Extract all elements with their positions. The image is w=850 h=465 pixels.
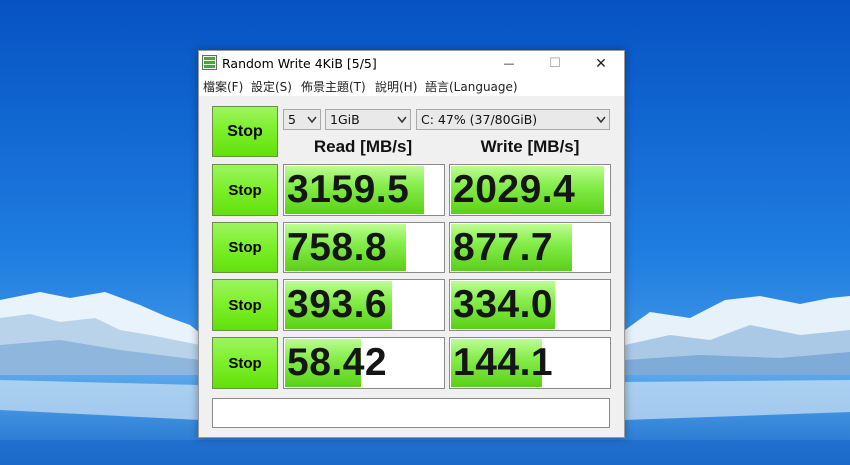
minimize-button[interactable]: —: [486, 51, 532, 76]
row-2-read-cell: 758.8: [283, 222, 445, 273]
row-4-stop-button[interactable]: Stop: [212, 337, 278, 389]
test-size-value: 1GiB: [330, 112, 360, 127]
menu-theme[interactable]: 佈景主題(T): [301, 78, 366, 95]
row-2-write-cell: 877.7: [449, 222, 611, 273]
row-1-write-cell: 2029.4: [449, 164, 611, 216]
all-stop-button[interactable]: Stop: [212, 106, 278, 157]
row-2-write-value: 877.7: [453, 225, 554, 269]
window-title: Random Write 4KiB [5/5]: [222, 56, 377, 71]
row-1-read-value: 3159.5: [287, 168, 410, 211]
test-count-value: 5: [288, 112, 296, 127]
close-icon: ✕: [595, 55, 607, 72]
row-1-read-cell: 3159.5: [283, 164, 445, 216]
chevron-down-icon: [596, 116, 606, 124]
read-column-header: Read [MB/s]: [313, 137, 413, 156]
row-4-write-cell: 144.1: [449, 337, 611, 389]
row-2-stop-button[interactable]: Stop: [212, 222, 278, 273]
row-3-write-cell: 334.0: [449, 279, 611, 331]
minimize-icon: —: [503, 57, 515, 70]
maximize-button[interactable]: ☐: [532, 51, 578, 76]
row-3-stop-button[interactable]: Stop: [212, 279, 278, 331]
chevron-down-icon: [307, 116, 317, 124]
menu-settings[interactable]: 設定(S): [251, 78, 292, 95]
chevron-down-icon: [397, 116, 407, 124]
menu-bar: 檔案(F) 設定(S) 佈景主題(T) 說明(H) 語言(Language): [199, 76, 624, 96]
benchmark-window: Random Write 4KiB [5/5] — ☐ ✕ 檔案(F) 設定(S…: [198, 50, 625, 438]
row-3-read-cell: 393.6: [283, 279, 445, 331]
row-2-read-value: 758.8: [287, 225, 388, 269]
row-3-read-value: 393.6: [287, 283, 388, 326]
row-3-write-value: 334.0: [453, 283, 554, 326]
menu-file[interactable]: 檔案(F): [203, 78, 243, 95]
row-1-stop-button[interactable]: Stop: [212, 164, 278, 216]
menu-help[interactable]: 說明(H): [375, 78, 417, 95]
close-button[interactable]: ✕: [578, 51, 624, 76]
drive-select[interactable]: C: 47% (37/80GiB): [416, 109, 610, 130]
comment-field[interactable]: [212, 398, 610, 428]
row-4-read-cell: 58.42: [283, 337, 445, 389]
row-4-write-value: 144.1: [453, 341, 554, 384]
test-size-select[interactable]: 1GiB: [325, 109, 411, 130]
row-1-write-value: 2029.4: [453, 168, 576, 211]
maximize-icon: ☐: [549, 56, 561, 71]
menu-language[interactable]: 語言(Language): [425, 78, 518, 95]
app-icon: [202, 55, 217, 70]
title-bar[interactable]: Random Write 4KiB [5/5] — ☐ ✕: [199, 51, 624, 76]
benchmark-panel: Stop 5 1GiB C: 47% (37/80GiB) Read [MB/s…: [199, 96, 624, 437]
write-column-header: Write [MB/s]: [480, 137, 580, 156]
test-count-select[interactable]: 5: [283, 109, 321, 130]
drive-value: C: 47% (37/80GiB): [421, 112, 538, 127]
row-4-read-value: 58.42: [287, 341, 388, 384]
